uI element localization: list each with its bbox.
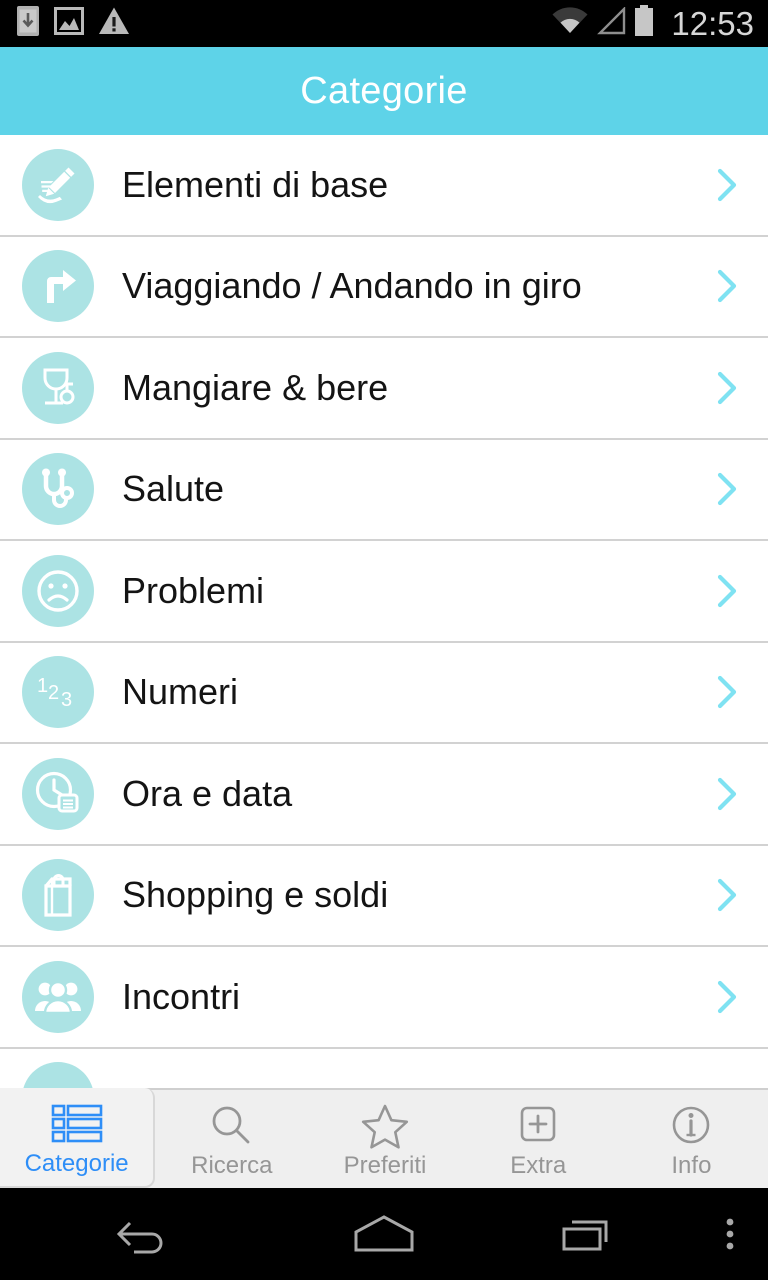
chevron-right-icon [717,879,737,912]
category-list-item[interactable]: Incontri [0,947,768,1049]
battery-full-icon [634,5,654,42]
category-list[interactable]: Elementi di base Viaggiando / Andando in… [0,135,768,1088]
chevron-right-icon [714,366,750,410]
home-icon [354,1215,414,1252]
tab-categorie[interactable]: Categorie [0,1088,156,1188]
chevron-right-icon [714,569,750,613]
chevron-right-icon [717,676,737,709]
tab-ricerca[interactable]: Ricerca [155,1090,308,1188]
overflow-menu-button[interactable] [718,1188,742,1280]
sad-face-icon [22,554,94,627]
chevron-right-icon [717,371,737,404]
category-list-item[interactable]: Viaggiando / Andando in giro [0,236,768,338]
category-label: Ora e data [122,772,293,814]
category-label: Viaggiando / Andando in giro [122,265,582,307]
chevron-right-icon [714,163,750,207]
status-bar-clock: 12:53 [671,5,754,42]
shopping-bag-icon [22,859,94,932]
phone-screen: 12:53 Categorie Elementi di base Viaggia… [0,0,768,1280]
tab-extra[interactable]: Extra [462,1090,615,1188]
category-list-item[interactable]: Salute [0,439,768,541]
tab-label: Info [671,1152,712,1179]
category-list-item[interactable]: 1 2 3 Numeri [0,642,768,744]
chevron-right-icon [714,975,750,1019]
back-button[interactable] [112,1188,172,1280]
search-icon [206,1100,258,1152]
chevron-right-icon [717,777,737,810]
category-list-item-partial[interactable] [0,1048,768,1088]
chevron-right-icon [714,873,750,917]
status-bar: 12:53 [0,0,768,47]
tab-info[interactable]: Info [615,1090,768,1188]
plus-square-icon [513,1100,563,1152]
tab-label: Extra [510,1152,567,1179]
action-bar: Categorie [0,47,768,135]
wine-glass-icon [22,351,94,424]
tab-label: Ricerca [191,1152,273,1179]
hand-writing-pencil-icon [22,148,94,221]
chevron-right-icon [714,467,750,511]
clock-calendar-icon [22,757,94,830]
category-list-item[interactable]: Mangiare & bere [0,338,768,440]
recents-button[interactable] [558,1188,618,1280]
tab-preferiti[interactable]: Preferiti [308,1090,461,1188]
category-list-item[interactable]: Problemi [0,541,768,643]
svg-text:1: 1 [37,675,48,697]
category-label: Problemi [122,569,265,611]
people-group-icon [22,960,94,1033]
svg-text:3: 3 [61,689,72,711]
tab-label: Categorie [24,1150,129,1177]
info-circle-icon [666,1100,716,1152]
warning-triangle-icon [98,6,130,41]
star-icon [359,1100,411,1152]
chevron-right-icon [717,270,737,303]
list-grid-icon [49,1098,105,1150]
android-navigation-bar [0,1188,768,1280]
numbers-123-icon: 1 2 3 [22,656,94,729]
turn-right-arrow-icon [22,250,94,323]
back-arrow-icon [116,1221,163,1254]
category-list-item[interactable]: Elementi di base [0,135,768,237]
bottom-tab-bar[interactable]: Categorie Ricerca Preferiti Extra Info [0,1088,768,1188]
wifi-icon [552,7,588,40]
chevron-right-icon [717,168,737,201]
recents-icon [562,1220,608,1251]
status-bar-system-icons: 12:53 [552,5,754,42]
stethoscope-icon [22,453,94,526]
partial-category-icon [22,1062,94,1088]
chevron-right-icon [714,670,750,714]
svg-text:2: 2 [48,682,59,704]
tab-label: Preferiti [343,1152,427,1179]
download-to-phone-icon [16,5,40,42]
cellular-signal-icon [596,6,626,40]
category-label: Shopping e soldi [122,874,389,916]
category-list-item[interactable]: Shopping e soldi [0,845,768,947]
home-button[interactable] [348,1188,420,1280]
category-label: Numeri [122,671,239,713]
status-bar-notification-icons [16,5,130,42]
category-label: Incontri [122,975,241,1017]
image-icon [54,6,84,41]
page-title: Categorie [300,69,468,112]
chevron-right-icon [717,473,737,506]
category-label: Elementi di base [122,163,389,205]
chevron-right-icon [717,980,737,1013]
chevron-right-icon [717,574,737,607]
chevron-right-icon [714,772,750,816]
category-label: Mangiare & bere [122,366,389,408]
chevron-right-icon [714,264,750,308]
three-dots-icon [726,1218,734,1250]
category-list-item[interactable]: Ora e data [0,744,768,846]
category-label: Salute [122,468,225,510]
